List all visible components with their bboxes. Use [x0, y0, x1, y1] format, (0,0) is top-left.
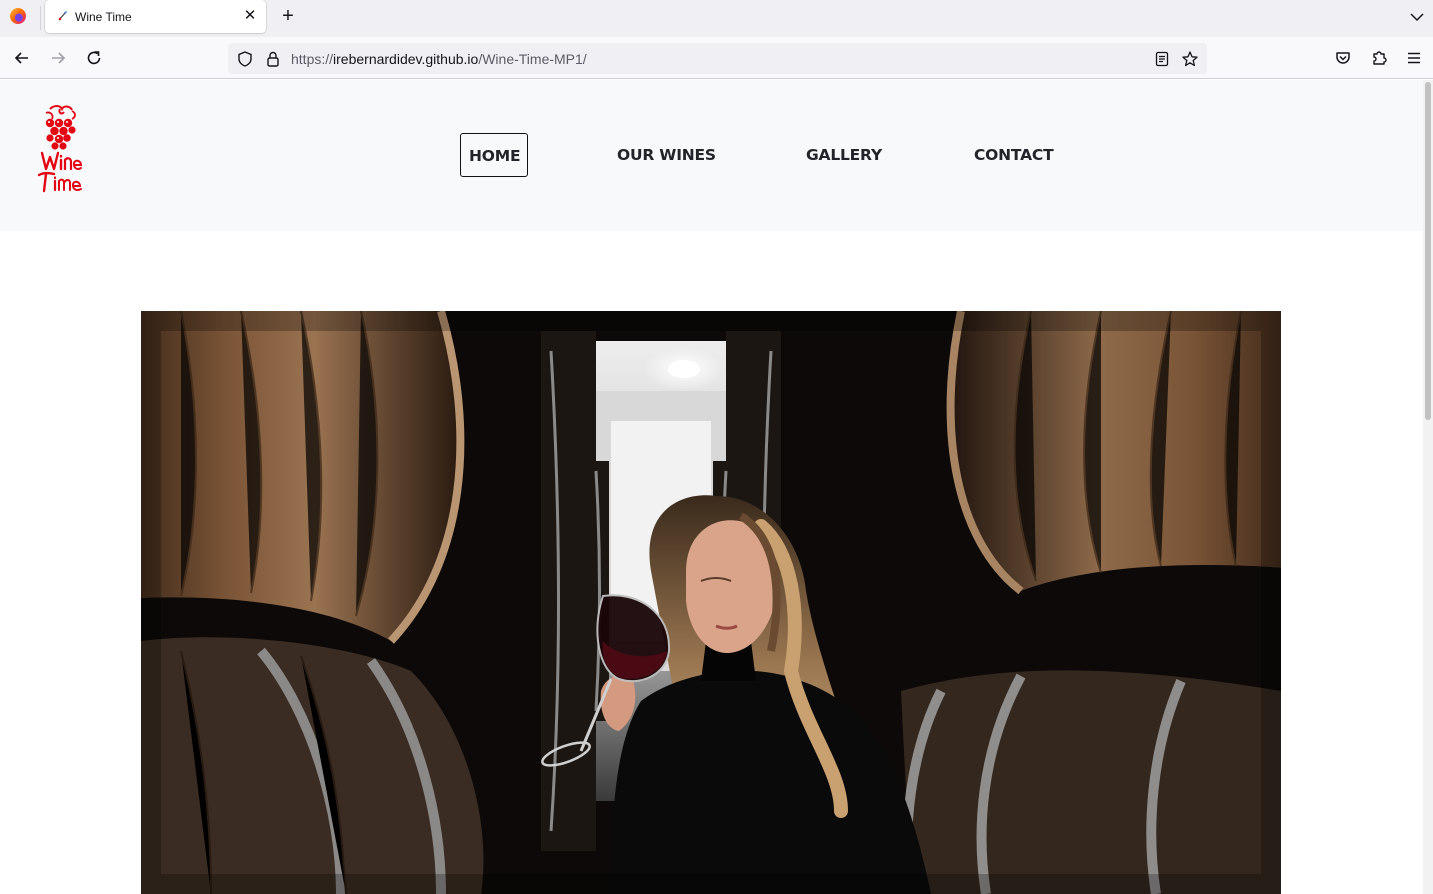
bookmark-star-icon[interactable] — [1181, 50, 1199, 68]
back-icon[interactable] — [12, 48, 32, 68]
hero-illustration — [141, 311, 1281, 894]
lock-icon[interactable] — [264, 50, 282, 68]
nav-gallery[interactable]: GALLERY — [806, 133, 882, 177]
shield-icon[interactable] — [236, 50, 254, 68]
url-path: /Wine-Time-MP1/ — [478, 51, 587, 67]
app-menu-icon[interactable] — [1404, 48, 1424, 68]
wine-time-logo[interactable] — [36, 103, 86, 195]
tab-separator — [40, 6, 41, 30]
hero-image — [141, 311, 1281, 894]
close-tab-icon[interactable]: ✕ — [241, 7, 259, 25]
tab-wine-time[interactable]: Wine Time ✕ — [45, 0, 266, 33]
pocket-icon[interactable] — [1333, 48, 1353, 68]
firefox-logo-icon[interactable] — [10, 8, 26, 24]
nav-contact[interactable]: CONTACT — [974, 133, 1054, 177]
reader-view-icon[interactable] — [1153, 50, 1171, 68]
navigation-toolbar: https://irebernardidev.github.io/Wine-Ti… — [0, 37, 1433, 79]
tab-strip: Wine Time ✕ + — [0, 0, 1433, 37]
forward-icon[interactable] — [48, 48, 68, 68]
nav-our-wines[interactable]: OUR WINES — [617, 133, 716, 177]
page-scrollbar[interactable] — [1423, 80, 1433, 894]
nav-home[interactable]: HOME — [460, 133, 528, 177]
web-page: HOME OUR WINES GALLERY CONTACT — [0, 80, 1423, 894]
tab-list-chevron-down-icon[interactable] — [1408, 8, 1426, 26]
tab-favicon-icon — [58, 11, 67, 21]
site-header: HOME OUR WINES GALLERY CONTACT — [0, 80, 1423, 231]
extensions-icon[interactable] — [1369, 48, 1389, 68]
url-bar[interactable]: https://irebernardidev.github.io/Wine-Ti… — [228, 43, 1207, 74]
reload-icon[interactable] — [84, 48, 104, 68]
tab-title: Wine Time — [75, 10, 132, 24]
url-text[interactable]: https://irebernardidev.github.io/Wine-Ti… — [291, 51, 587, 67]
new-tab-plus-icon[interactable]: + — [278, 5, 298, 27]
scrollbar-thumb[interactable] — [1425, 82, 1431, 420]
url-prefix: https:// — [291, 51, 334, 67]
url-host: irebernardidev.github.io — [333, 51, 479, 67]
